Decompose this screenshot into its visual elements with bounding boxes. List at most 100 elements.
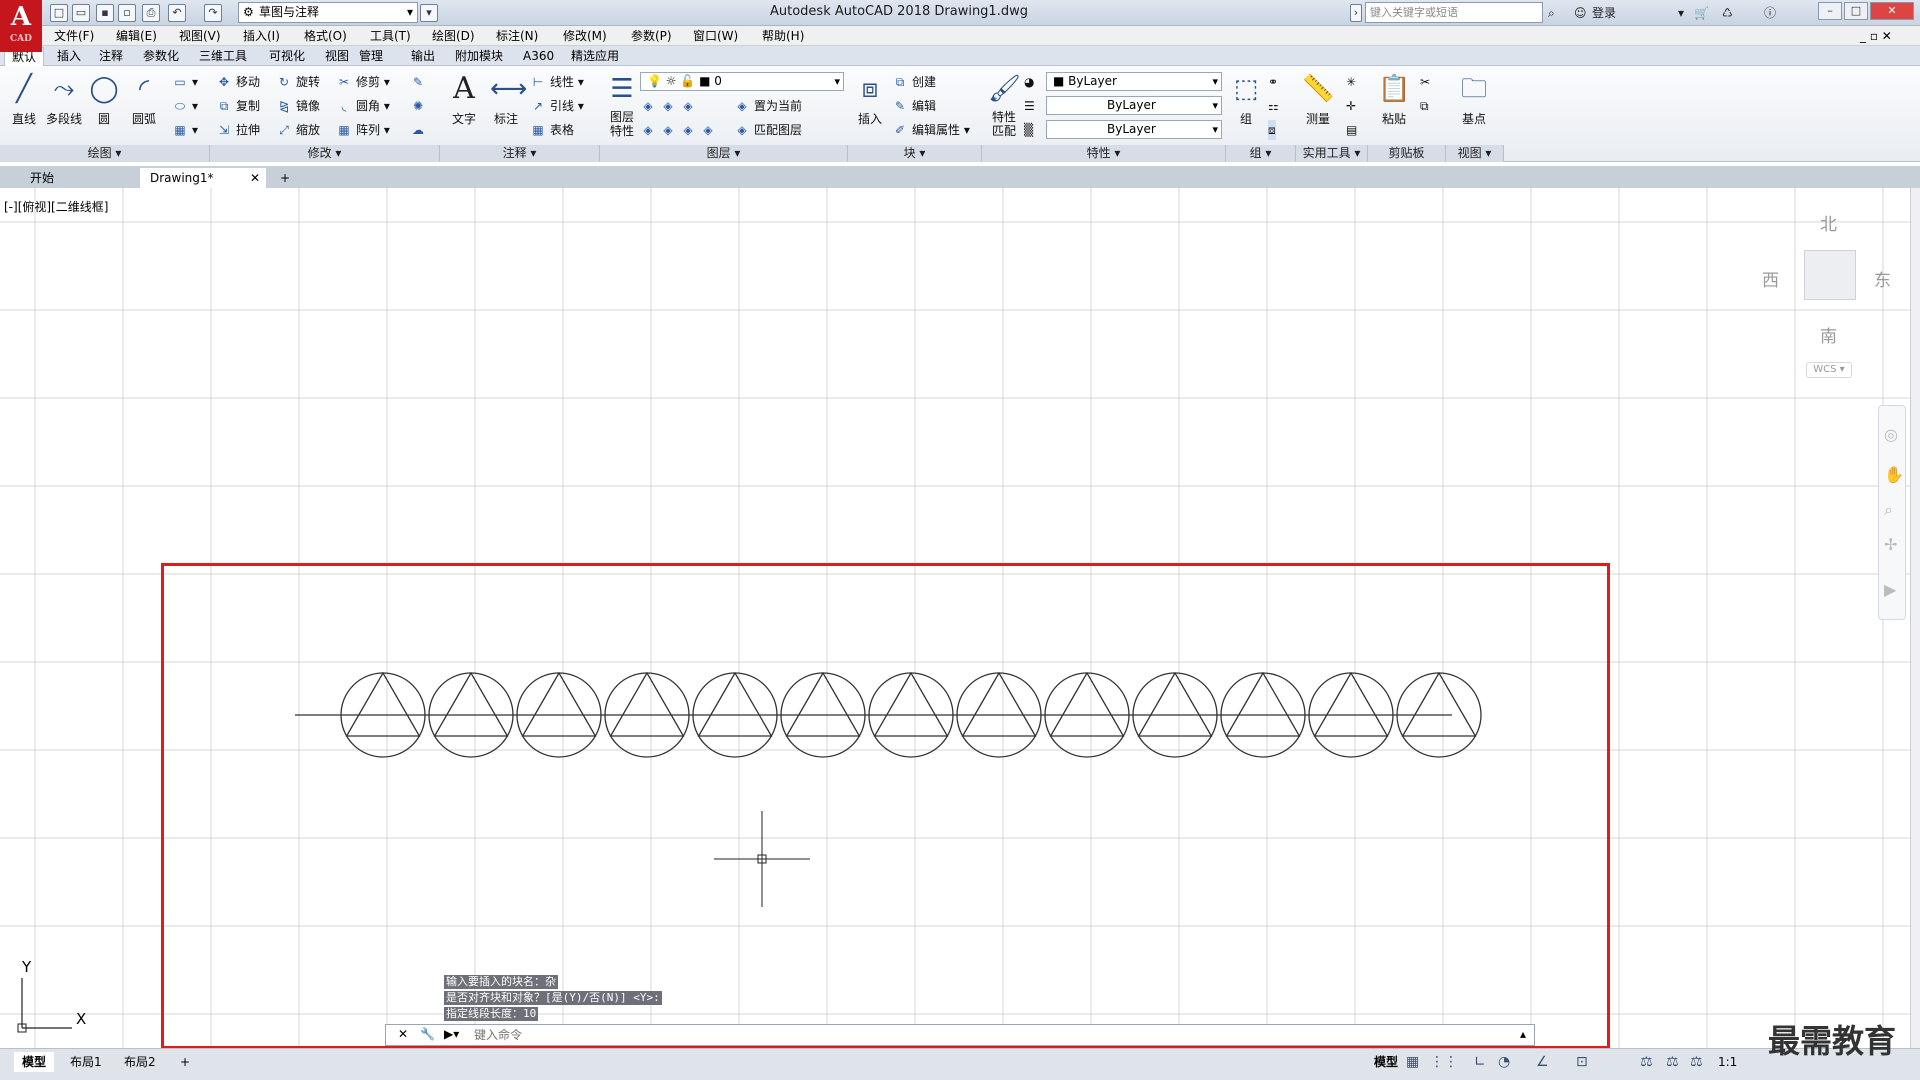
binoculars-icon[interactable]: ⌕ — [1548, 3, 1555, 23]
group-edit-icon[interactable]: ⚏ — [1268, 96, 1279, 116]
ribbon-tab[interactable]: 视图 — [318, 47, 356, 66]
close-tab-icon[interactable]: ✕ — [250, 168, 260, 188]
prompt-icon[interactable]: ▶▾ — [444, 1027, 459, 1041]
stretch-button[interactable]: ⇲ 拉伸 — [216, 120, 260, 140]
close-button[interactable]: ✕ — [1870, 2, 1914, 20]
draw-panel-title[interactable]: 绘图 ▾ — [0, 145, 210, 162]
new-file-icon[interactable]: □ — [50, 4, 68, 22]
color-wheel-icon[interactable]: ◕ — [1024, 72, 1034, 92]
circle-tool-button[interactable]: ◯ 圆 — [84, 72, 124, 138]
command-history-toggle-icon[interactable]: ▴ — [1520, 1027, 1526, 1041]
ungroup-icon[interactable]: ⚭ — [1268, 72, 1278, 92]
ribbon-tab[interactable]: 注释 — [92, 47, 130, 66]
menu-item[interactable]: 视图(V) — [179, 26, 221, 46]
command-input[interactable] — [474, 1026, 1474, 1044]
auto-scale-icon[interactable]: ⚖ — [1666, 1054, 1679, 1070]
login-link[interactable]: 登录 — [1592, 3, 1616, 23]
layout1-tab[interactable]: 布局1 — [62, 1052, 110, 1072]
hatch-tool-button[interactable]: ▦ ▾ — [172, 120, 198, 140]
menu-item[interactable]: 窗口(W) — [693, 26, 738, 46]
layer-tools-row-2[interactable]: ◈ ◈ ◈ ◈ — [640, 120, 720, 140]
ribbon-tab[interactable]: 插入 — [50, 47, 88, 66]
wcs-menu[interactable]: WCS ▾ — [1806, 362, 1852, 378]
ribbon-tab[interactable]: A360 — [516, 47, 561, 66]
offset-button[interactable]: ☁ — [410, 120, 430, 140]
dimension-button[interactable]: ⟷ 标注 — [486, 72, 527, 138]
annotation-scale-value[interactable]: 1:1 — [1710, 1052, 1745, 1072]
utilities-panel-title[interactable]: 实用工具 ▾ — [1296, 145, 1368, 162]
model-layout-tab[interactable]: 模型 — [14, 1052, 55, 1072]
calculator-icon[interactable]: ▤ — [1346, 120, 1357, 140]
text-button[interactable]: A 文字 — [444, 72, 484, 138]
orbit-icon[interactable]: ✢ — [1884, 535, 1897, 554]
osnap-tracking-icon[interactable]: ∠ — [1536, 1054, 1549, 1070]
drawing1-tab[interactable]: Drawing1* ✕ — [140, 168, 266, 188]
menu-item[interactable]: 编辑(E) — [116, 26, 157, 46]
application-menu-button[interactable]: A CAD — [0, 0, 42, 52]
object-snap-icon[interactable]: ⊡ — [1576, 1054, 1588, 1070]
layer-properties-button[interactable]: ☰ 图层特性 — [602, 72, 642, 138]
array-button[interactable]: ▦ 阵列 ▾ — [336, 120, 390, 140]
paste-button[interactable]: 📋 粘贴 — [1374, 72, 1414, 138]
linetype-dropdown[interactable]: ByLayer — [1046, 96, 1222, 115]
expand-search-icon[interactable]: › — [1350, 4, 1362, 22]
chevron-down-icon[interactable]: ▾ — [1678, 3, 1684, 23]
grid-icon[interactable]: ▦ — [1406, 1054, 1419, 1070]
menu-item[interactable]: 插入(I) — [243, 26, 280, 46]
start-tab[interactable]: 开始 — [20, 168, 64, 188]
new-tab-button[interactable]: + — [274, 168, 296, 188]
new-layout-button[interactable]: + — [172, 1052, 198, 1072]
ribbon-tab[interactable]: 可视化 — [262, 47, 312, 66]
ribbon-tab[interactable]: 附加模块 — [448, 47, 510, 66]
redo-icon[interactable]: ↷ — [204, 4, 222, 22]
arc-tool-button[interactable]: ◜ 圆弧 — [124, 72, 164, 138]
save-as-icon[interactable]: ▫ — [118, 4, 136, 22]
cut-icon[interactable]: ✂ — [1420, 72, 1430, 92]
ribbon-tab[interactable]: 管理 — [352, 47, 390, 66]
ribbon-tab[interactable]: 参数化 — [136, 47, 186, 66]
workspace-dropdown[interactable]: ⚙ 草图与注释 — [238, 2, 418, 23]
customize-wrench-icon[interactable]: 🔧 — [420, 1027, 435, 1041]
document-window-controls[interactable]: _ ▫ ✕ — [1860, 26, 1892, 46]
ellipse-tool-button[interactable]: ⬭ ▾ — [172, 96, 198, 116]
rotate-button[interactable]: ↻ 旋转 — [276, 72, 320, 92]
ribbon-tab[interactable]: 三维工具 — [192, 47, 254, 66]
menu-item[interactable]: 格式(O) — [304, 26, 347, 46]
line-tool-button[interactable]: ╱ 直线 — [4, 72, 44, 138]
create-block-button[interactable]: ⧉ 创建 — [892, 72, 936, 92]
erase-button[interactable]: ✎ — [410, 72, 430, 92]
minimize-button[interactable]: – — [1818, 2, 1842, 20]
menu-item[interactable]: 绘图(D) — [432, 26, 475, 46]
cart-icon[interactable]: 🛒 — [1694, 3, 1709, 23]
transparency-icon[interactable]: ▒ — [1024, 120, 1033, 140]
viewcube-face[interactable] — [1804, 250, 1856, 300]
layout2-tab[interactable]: 布局2 — [116, 1052, 164, 1072]
compass-west[interactable]: 西 — [1762, 266, 1779, 291]
polar-icon[interactable]: ◔ — [1498, 1054, 1510, 1070]
annotate-panel-title[interactable]: 注释 ▾ — [440, 145, 600, 162]
save-icon[interactable]: ▪ — [96, 4, 114, 22]
quick-select-icon[interactable]: ✳ — [1346, 72, 1356, 92]
compass-north[interactable]: 北 — [1820, 210, 1837, 235]
color-dropdown[interactable]: ■ ByLayer — [1046, 72, 1222, 91]
model-space-toggle[interactable]: 模型 — [1366, 1052, 1406, 1072]
copy-clip-icon[interactable]: ⧉ — [1420, 96, 1429, 116]
block-panel-title[interactable]: 块 ▾ — [848, 145, 982, 162]
search-input[interactable]: 键入关键字或短语 — [1365, 2, 1543, 23]
steering-wheel-icon[interactable]: ◎ — [1884, 425, 1898, 444]
polyline-tool-button[interactable]: ⤳ 多段线 — [44, 72, 84, 138]
menu-item[interactable]: 修改(M) — [563, 26, 607, 46]
group-selection-icon[interactable]: ⧈ — [1268, 120, 1276, 140]
linear-dim-button[interactable]: ⊢ 线性 ▾ — [530, 72, 584, 92]
snap-icon[interactable]: ⋮⋮ — [1430, 1054, 1458, 1070]
lineweight-dropdown[interactable]: ByLayer — [1046, 120, 1222, 139]
rectangle-tool-button[interactable]: ▭ ▾ — [172, 72, 198, 92]
compass-south[interactable]: 南 — [1820, 322, 1837, 347]
pan-icon[interactable]: ✋ — [1884, 465, 1904, 484]
drawing-svg[interactable] — [0, 188, 1910, 1048]
zoom-icon[interactable]: ⌕ — [1884, 500, 1893, 520]
view-panel-title[interactable]: 视图 ▾ — [1446, 145, 1504, 162]
layers-panel-title[interactable]: 图层 ▾ — [600, 145, 848, 162]
move-button[interactable]: ✥ 移动 — [216, 72, 260, 92]
drawing-canvas[interactable] — [0, 188, 1910, 1048]
